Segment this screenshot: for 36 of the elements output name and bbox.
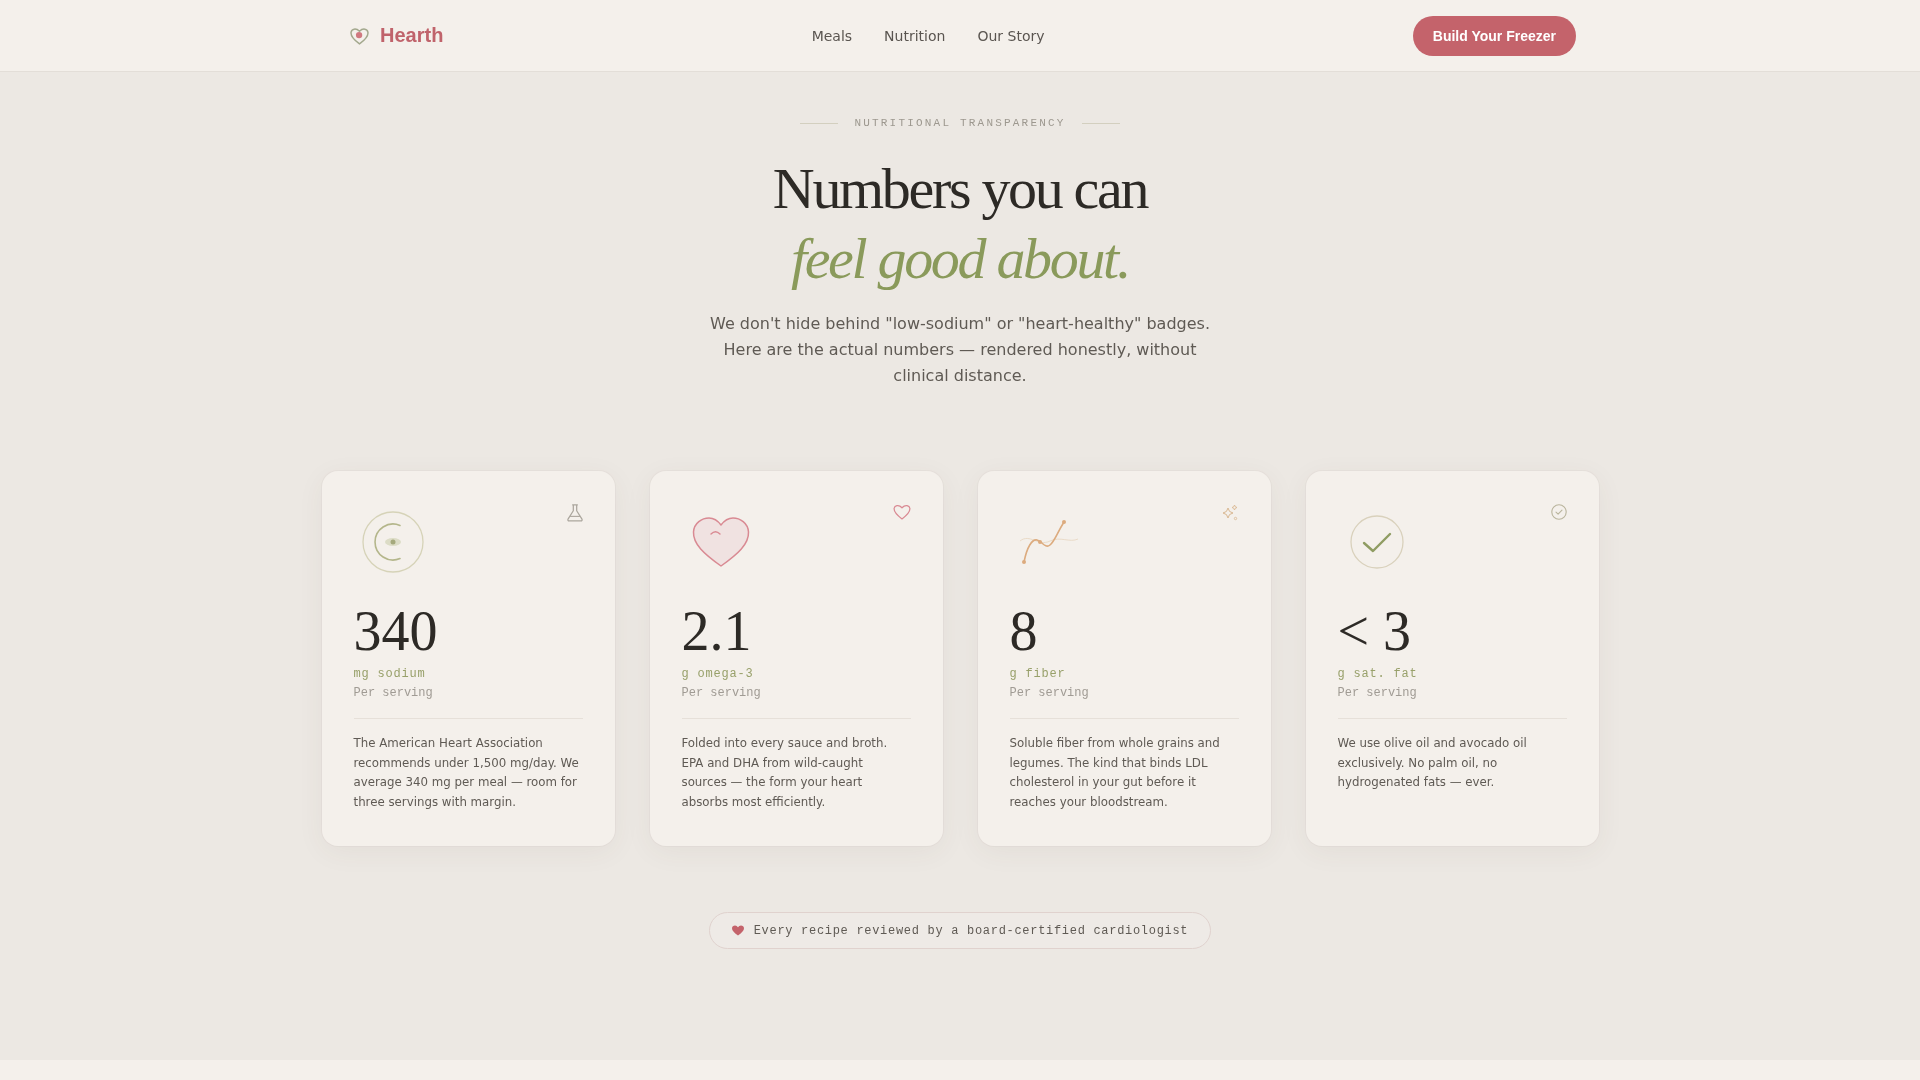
sparkle-icon [1220,504,1239,522]
wavy-line-icon [1019,519,1078,565]
stat-description: The American Heart Association recommends under 1,500 mg/day. We average 340 mg per meal — room for three servings with margin. [353,735,580,811]
stat-unit: g omega-3 [681,666,754,683]
stat-description: Folded into every sauce and broth. EPA and DHA from wild-caught sources — the form your heart absorbs most efficiently. [681,735,889,811]
badge-text: Every recipe reviewed by a board-certified cardiologist [753,923,1189,938]
nav-link[interactable]: Meals [811,25,853,46]
stat-value: 2.1 [681,603,752,659]
flask-icon [566,504,583,522]
eye-dial-icon [361,511,424,573]
heart-icon [691,517,750,567]
hero-title-accent: feel good about. [790,225,1130,293]
stat-unit: mg sodium [353,666,426,683]
stat-description: Soluble fiber from whole grains and legumes. The kind that binds LDL cholesterol in your gut before it reaches your bloodstream. [1009,735,1221,811]
stat-basis: Per serving [1337,685,1417,702]
heart-logo-icon [350,26,369,45]
eyebrow-text: NUTRITIONAL TRANSPARENCY [854,116,1066,131]
stat-basis: Per serving [353,685,433,702]
heart-icon [892,504,911,520]
heart-icon [731,925,744,936]
stat-unit: g sat. fat [1337,666,1418,683]
stat-unit: g fiber [1009,666,1066,683]
hero-title: Numbers you can [772,155,1148,223]
nav-link[interactable]: Our Story [977,25,1045,46]
hero-intro: We don't hide behind "low-sodium" or "heart-healthy" badges. Here are the actual numbers — rendered honestly, without clinical distance. [709,313,1211,387]
stat-basis: Per serving [1009,685,1089,702]
stat-value: 340 [353,603,438,659]
stat-value: < 3 [1337,603,1412,659]
cta-button[interactable]: Build Your Freezer [1412,15,1576,56]
brand-name[interactable]: Hearth [380,24,444,47]
stat-description: We use olive oil and avocado oil exclusively. No palm oil, no hydrogenated fats — ever. [1337,735,1528,791]
nav-link[interactable]: Nutrition [884,25,946,46]
check-circle-icon [1550,504,1567,520]
check-circle-icon [1349,515,1404,569]
stat-basis: Per serving [681,685,761,702]
stat-value: 8 [1009,603,1038,659]
